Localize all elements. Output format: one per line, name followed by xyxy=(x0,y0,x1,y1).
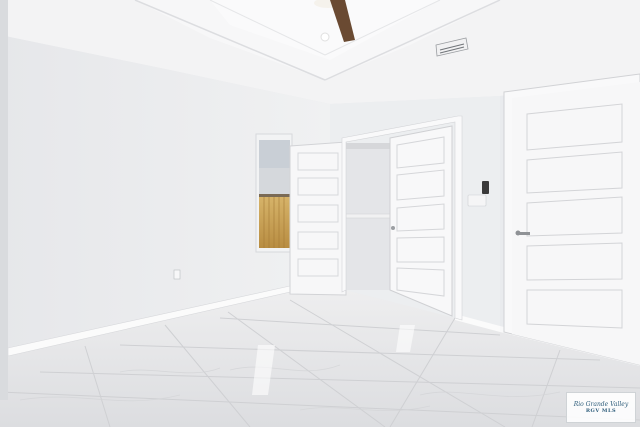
recessed-light xyxy=(320,32,330,42)
window xyxy=(255,133,293,253)
closet-interior xyxy=(345,143,391,290)
thermostat[interactable] xyxy=(482,181,489,194)
bedroom-photo xyxy=(0,0,640,427)
closet-shelf xyxy=(345,213,391,219)
light-switch-plate[interactable] xyxy=(467,194,487,207)
entry-door[interactable] xyxy=(503,73,640,366)
watermark-logo-text: Rio Grande Valley xyxy=(573,401,629,408)
door-knob[interactable] xyxy=(391,226,395,230)
left-edge-shadow xyxy=(0,0,8,400)
closet-door[interactable] xyxy=(389,125,453,317)
open-closet-door[interactable] xyxy=(289,141,347,296)
mls-watermark: Rio Grande Valley RGV MLS xyxy=(566,392,636,423)
electrical-outlet xyxy=(173,269,181,280)
wood-fence xyxy=(259,196,290,248)
watermark-sub-text: RGV MLS xyxy=(585,408,617,414)
